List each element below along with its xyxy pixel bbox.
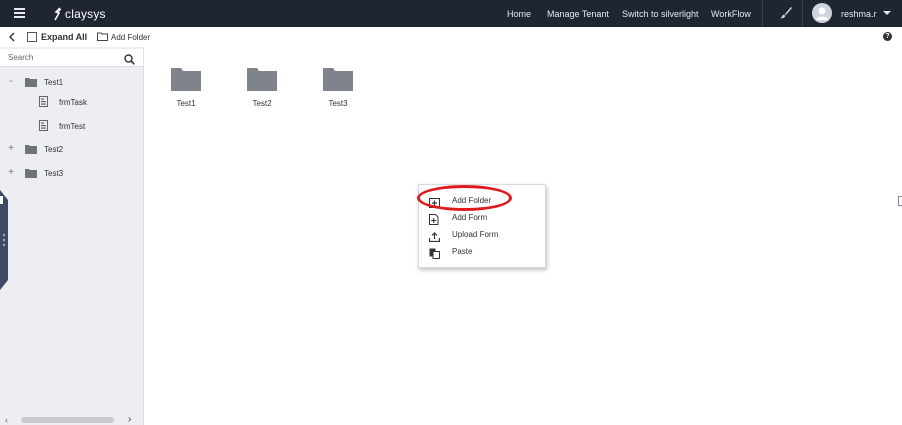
folder-tile-test2[interactable]: Test2 [242, 67, 282, 108]
expand-toggle-icon[interactable]: + [7, 143, 15, 154]
nav-divider [762, 0, 763, 27]
tree-item-label: Test3 [44, 169, 64, 178]
expand-all-checkbox[interactable] [27, 32, 37, 42]
folder-label: Test1 [176, 99, 196, 108]
scroll-right-arrow-icon[interactable]: › [128, 414, 131, 425]
folder-tile-test1[interactable]: Test1 [166, 67, 206, 108]
scroll-left-arrow-icon[interactable]: ‹ [5, 415, 8, 425]
sidebar: - Test1 frmTask frmTest [0, 47, 144, 425]
menu-item-label: Add Form [452, 213, 488, 222]
claysys-logo-mark-icon [54, 6, 62, 20]
help-icon[interactable]: ? [883, 32, 892, 41]
folder-icon [25, 144, 37, 156]
username-label[interactable]: reshma.r [841, 0, 877, 27]
search-box [0, 49, 143, 67]
tree-item-test3[interactable]: + Test3 [0, 167, 143, 181]
tree-item-label: frmTask [59, 98, 87, 107]
search-icon[interactable] [124, 52, 135, 70]
folder-icon [171, 68, 201, 91]
folder-tile-test3[interactable]: Test3 [318, 67, 358, 108]
tree-item-frmtest[interactable]: frmTest [0, 120, 143, 134]
paint-brush-icon[interactable] [779, 6, 793, 25]
search-input[interactable] [4, 50, 122, 64]
scrollbar-thumb[interactable] [21, 417, 114, 423]
form-icon [39, 96, 49, 110]
menu-item-add-folder[interactable]: Add Folder [419, 192, 545, 209]
menu-item-label: Paste [452, 247, 473, 256]
right-panel-handle[interactable] [898, 196, 902, 206]
user-avatar-icon[interactable] [812, 3, 832, 23]
menu-item-upload-form[interactable]: Upload Form [419, 226, 545, 243]
tree-item-label: frmTest [59, 122, 86, 131]
nav-switch-silverlight-link[interactable]: Switch to silverlight [622, 0, 699, 27]
tree-item-test2[interactable]: + Test2 [0, 143, 143, 157]
folder-icon [323, 68, 353, 91]
top-navigation-bar: claysys Home Manage Tenant Switch to sil… [0, 0, 902, 27]
add-folder-icon[interactable] [97, 32, 108, 43]
tree-item-label: Test2 [44, 145, 64, 154]
folder-icon [25, 77, 37, 89]
logo-text: claysys [65, 6, 106, 21]
folder-label: Test2 [252, 99, 272, 108]
tree-item-frmtask[interactable]: frmTask [0, 96, 143, 110]
menu-item-add-form[interactable]: Add Form [419, 209, 545, 226]
expand-toggle-icon[interactable]: + [7, 167, 15, 178]
expand-all-label[interactable]: Expand All [41, 27, 87, 47]
hamburger-menu-icon[interactable] [14, 8, 25, 18]
menu-item-label: Upload Form [452, 230, 499, 239]
nav-manage-tenant-link[interactable]: Manage Tenant [547, 0, 609, 27]
menu-item-label: Add Folder [452, 196, 492, 205]
nav-workflow-link[interactable]: WorkFlow [711, 0, 751, 27]
claysys-logo[interactable]: claysys [53, 5, 106, 22]
nav-home-link[interactable]: Home [507, 0, 531, 27]
folder-icon [247, 68, 277, 91]
side-panel-handle[interactable] [0, 190, 8, 290]
menu-item-paste[interactable]: Paste [419, 243, 545, 260]
folder-label: Test3 [328, 99, 348, 108]
add-folder-button[interactable]: Add Folder [111, 27, 150, 47]
tree-item-label: Test1 [44, 78, 64, 87]
form-icon [39, 120, 49, 134]
folder-icon [25, 168, 37, 180]
tree-item-test1[interactable]: - Test1 [0, 76, 143, 90]
paste-icon [429, 246, 440, 264]
user-dropdown-caret-icon[interactable] [883, 11, 891, 15]
collapse-chevron-left-icon[interactable] [8, 32, 16, 44]
collapse-toggle-icon[interactable]: - [7, 76, 15, 87]
nav-divider [802, 0, 803, 27]
toolbar: Expand All Add Folder ? [0, 27, 902, 48]
context-menu: Add Folder Add Form Upload Form Paste [418, 184, 546, 268]
sidebar-horizontal-scrollbar[interactable]: ‹ › [0, 414, 143, 425]
